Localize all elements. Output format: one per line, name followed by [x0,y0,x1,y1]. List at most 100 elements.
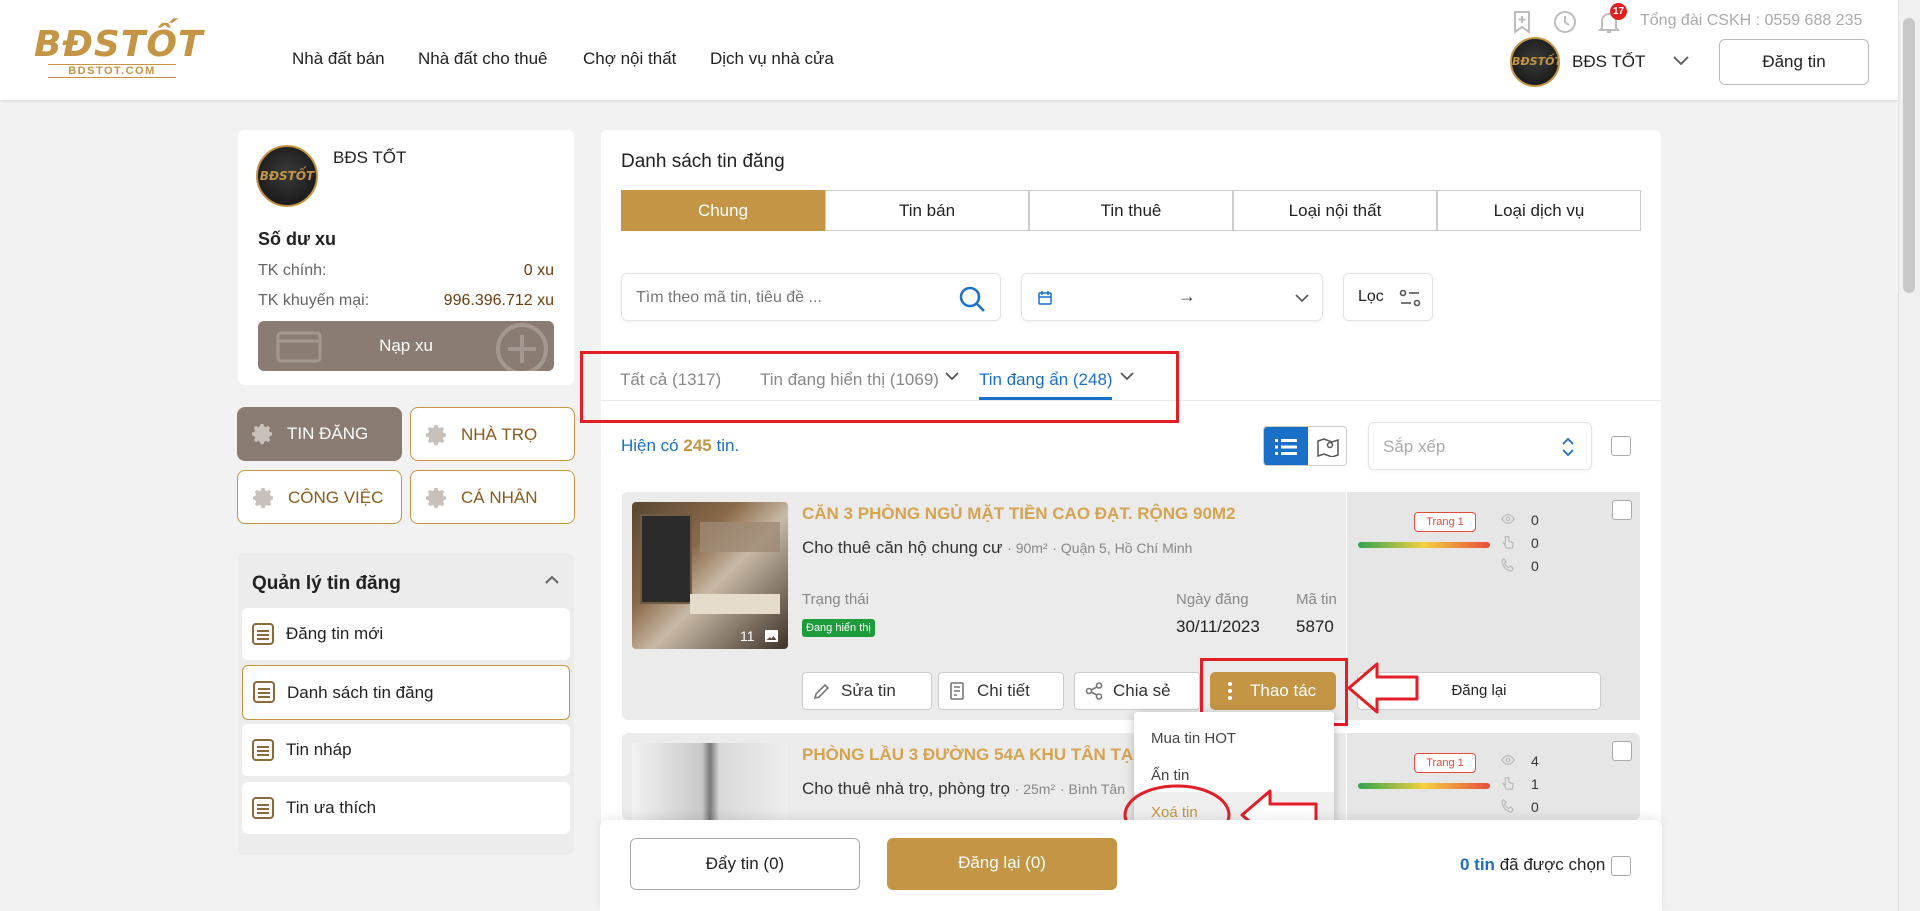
scrollbar-thumb[interactable] [1903,18,1915,293]
sort-select[interactable]: Sắp xếp [1368,422,1592,470]
clicks-count: 1 [1531,776,1539,792]
list-view-icon [1275,439,1297,455]
profile-avatar: BĐSTỐT [256,145,318,207]
list-view-button[interactable] [1264,427,1308,465]
history-icon[interactable] [1552,9,1578,35]
menu-favorites-label: Tin ưa thích [286,798,377,817]
promo-account-label: TK khuyến mại: [258,292,370,309]
search-box [621,273,1001,321]
gear-icon [426,488,446,509]
photo-count: 11 [740,628,755,644]
notification-badge: 17 [1610,3,1628,20]
search-icon[interactable] [958,285,986,313]
top-header: BĐSTỐT BDSTOT.COM Nhà đất bán Nhà đất ch… [0,0,1898,100]
menu-new-post-label: Đăng tin mới [286,624,384,643]
menu-favorites[interactable]: Tin ưa thích [242,782,570,834]
segment-furniture[interactable]: Loại nội thất [1233,190,1437,231]
promo-account-value: 996.396.712 xu [443,292,554,309]
detail-button[interactable]: Chi tiết [938,672,1064,710]
nav-rent[interactable]: Nhà đất cho thuê [418,49,547,69]
tab-listings-label: TIN ĐĂNG [287,424,369,443]
listing-title[interactable]: CĂN 3 PHÒNG NGỦ MẶT TIỀN CAO ĐẠT. RỘNG 9… [802,504,1236,524]
menu-new-post[interactable]: Đăng tin mới [242,608,570,660]
heat-bar [1358,783,1490,789]
selected-count: 0 tin đã được chọn [1460,855,1605,875]
chevron-down-icon[interactable] [1672,54,1690,72]
user-name[interactable]: BĐS TỐT [1572,52,1645,72]
bulk-select-checkbox[interactable] [1611,856,1631,876]
chevron-down-icon [1295,294,1309,303]
phone-icon [1501,558,1515,572]
push-listings-button[interactable]: Đẩy tin (0) [630,838,860,890]
segment-rent[interactable]: Tin thuê [1029,190,1233,231]
listing-checkbox[interactable] [1612,500,1632,520]
segment-sale[interactable]: Tin bán [825,190,1029,231]
tab-rooms[interactable]: NHÀ TRỌ [410,407,575,461]
count-value: 245 [683,436,712,455]
listing-thumbnail[interactable] [632,743,788,820]
annotation-arrow [1347,662,1419,714]
tab-personal[interactable]: CÁ NHÂN [410,470,575,524]
select-all-checkbox[interactable] [1611,436,1631,456]
site-logo[interactable]: BĐSTỐT BDSTOT.COM [34,24,204,81]
eye-icon [1501,755,1515,765]
logo-sub-text: BDSTOT.COM [48,64,176,78]
calls-count: 0 [1531,558,1539,574]
menu-drafts[interactable]: Tin nháp [242,724,570,776]
nav-services[interactable]: Dịch vụ nhà cửa [710,49,834,69]
pencil-icon [813,683,830,700]
list-icon [253,681,275,703]
listing-location: Quận 5, Hồ Chí Minh [1060,540,1193,556]
tab-rooms-label: NHÀ TRỌ [461,425,538,444]
bookmark-add-icon[interactable] [1509,9,1535,35]
nav-sale[interactable]: Nhà đất bán [292,49,385,69]
filter-icon [1399,289,1421,307]
bulk-action-bar: Đẩy tin (0) Đăng lại (0) 0 tin đã được c… [600,820,1662,911]
menu-post-list[interactable]: Danh sách tin đăng [242,665,570,720]
filter-button[interactable]: Lọc [1343,273,1433,321]
map-view-icon[interactable] [1317,437,1339,457]
listing-title[interactable]: PHÒNG LẦU 3 ĐƯỜNG 54A KHU TÂN TẠO, H [802,745,1168,765]
topup-button[interactable]: Nạp xu [258,321,554,371]
segment-general[interactable]: Chung [621,190,825,231]
list-icon [252,739,274,761]
listing-area: 25m² [1023,781,1056,797]
listing-checkbox[interactable] [1612,741,1632,761]
listing-category: Cho thuê căn hộ chung cư [802,538,1003,557]
profile-name: BĐS TỐT [333,148,407,167]
date-range-picker[interactable]: → [1021,273,1323,321]
post-listing-button[interactable]: Đăng tin [1719,39,1869,85]
listing-thumbnail[interactable]: 11 [632,502,788,649]
listing-stats-panel: Trang 1 4 1 0 [1346,733,1640,820]
listing-category: Cho thuê nhà trọ, phòng trọ [802,779,1010,798]
clicks-count: 0 [1531,535,1539,551]
post-date-value: 30/11/2023 [1176,617,1260,636]
tab-personal-label: CÁ NHÂN [461,488,538,507]
edit-button[interactable]: Sửa tin [802,672,932,710]
count-suffix: tin. [716,436,740,455]
gear-icon [426,425,446,446]
edit-label: Sửa tin [841,681,896,700]
listing-area: 90m² [1015,540,1048,556]
tab-jobs[interactable]: CÔNG VIỆC [237,470,402,524]
avatar[interactable]: BĐSTỐT [1510,37,1560,87]
tab-listings[interactable]: TIN ĐĂNG [237,407,402,461]
listing-count: Hiện có 245 tin. [621,436,739,456]
search-input[interactable] [636,286,936,310]
annotation-box-subtabs [580,351,1179,423]
menu-post-list-label: Danh sách tin đăng [287,683,434,702]
sort-placeholder: Sắp xếp [1383,437,1446,456]
nav-furniture[interactable]: Chợ nội thất [583,49,676,69]
status-badge: Đang hiển thị [802,619,875,637]
heat-bar [1358,542,1490,548]
image-icon [765,630,778,642]
logo-main-text: BĐSTỐT [34,24,204,65]
code-value: 5870 [1296,617,1334,636]
chevron-up-icon[interactable] [544,575,560,585]
segment-services[interactable]: Loại dịch vụ [1437,190,1641,231]
status-label: Trạng thái [802,591,869,608]
bulk-repost-button[interactable]: Đăng lại (0) [887,838,1117,890]
code-label: Mã tin [1296,591,1337,608]
menu-buy-hot[interactable]: Mua tin HOT [1151,730,1236,747]
share-button[interactable]: Chia sẻ [1074,672,1200,710]
